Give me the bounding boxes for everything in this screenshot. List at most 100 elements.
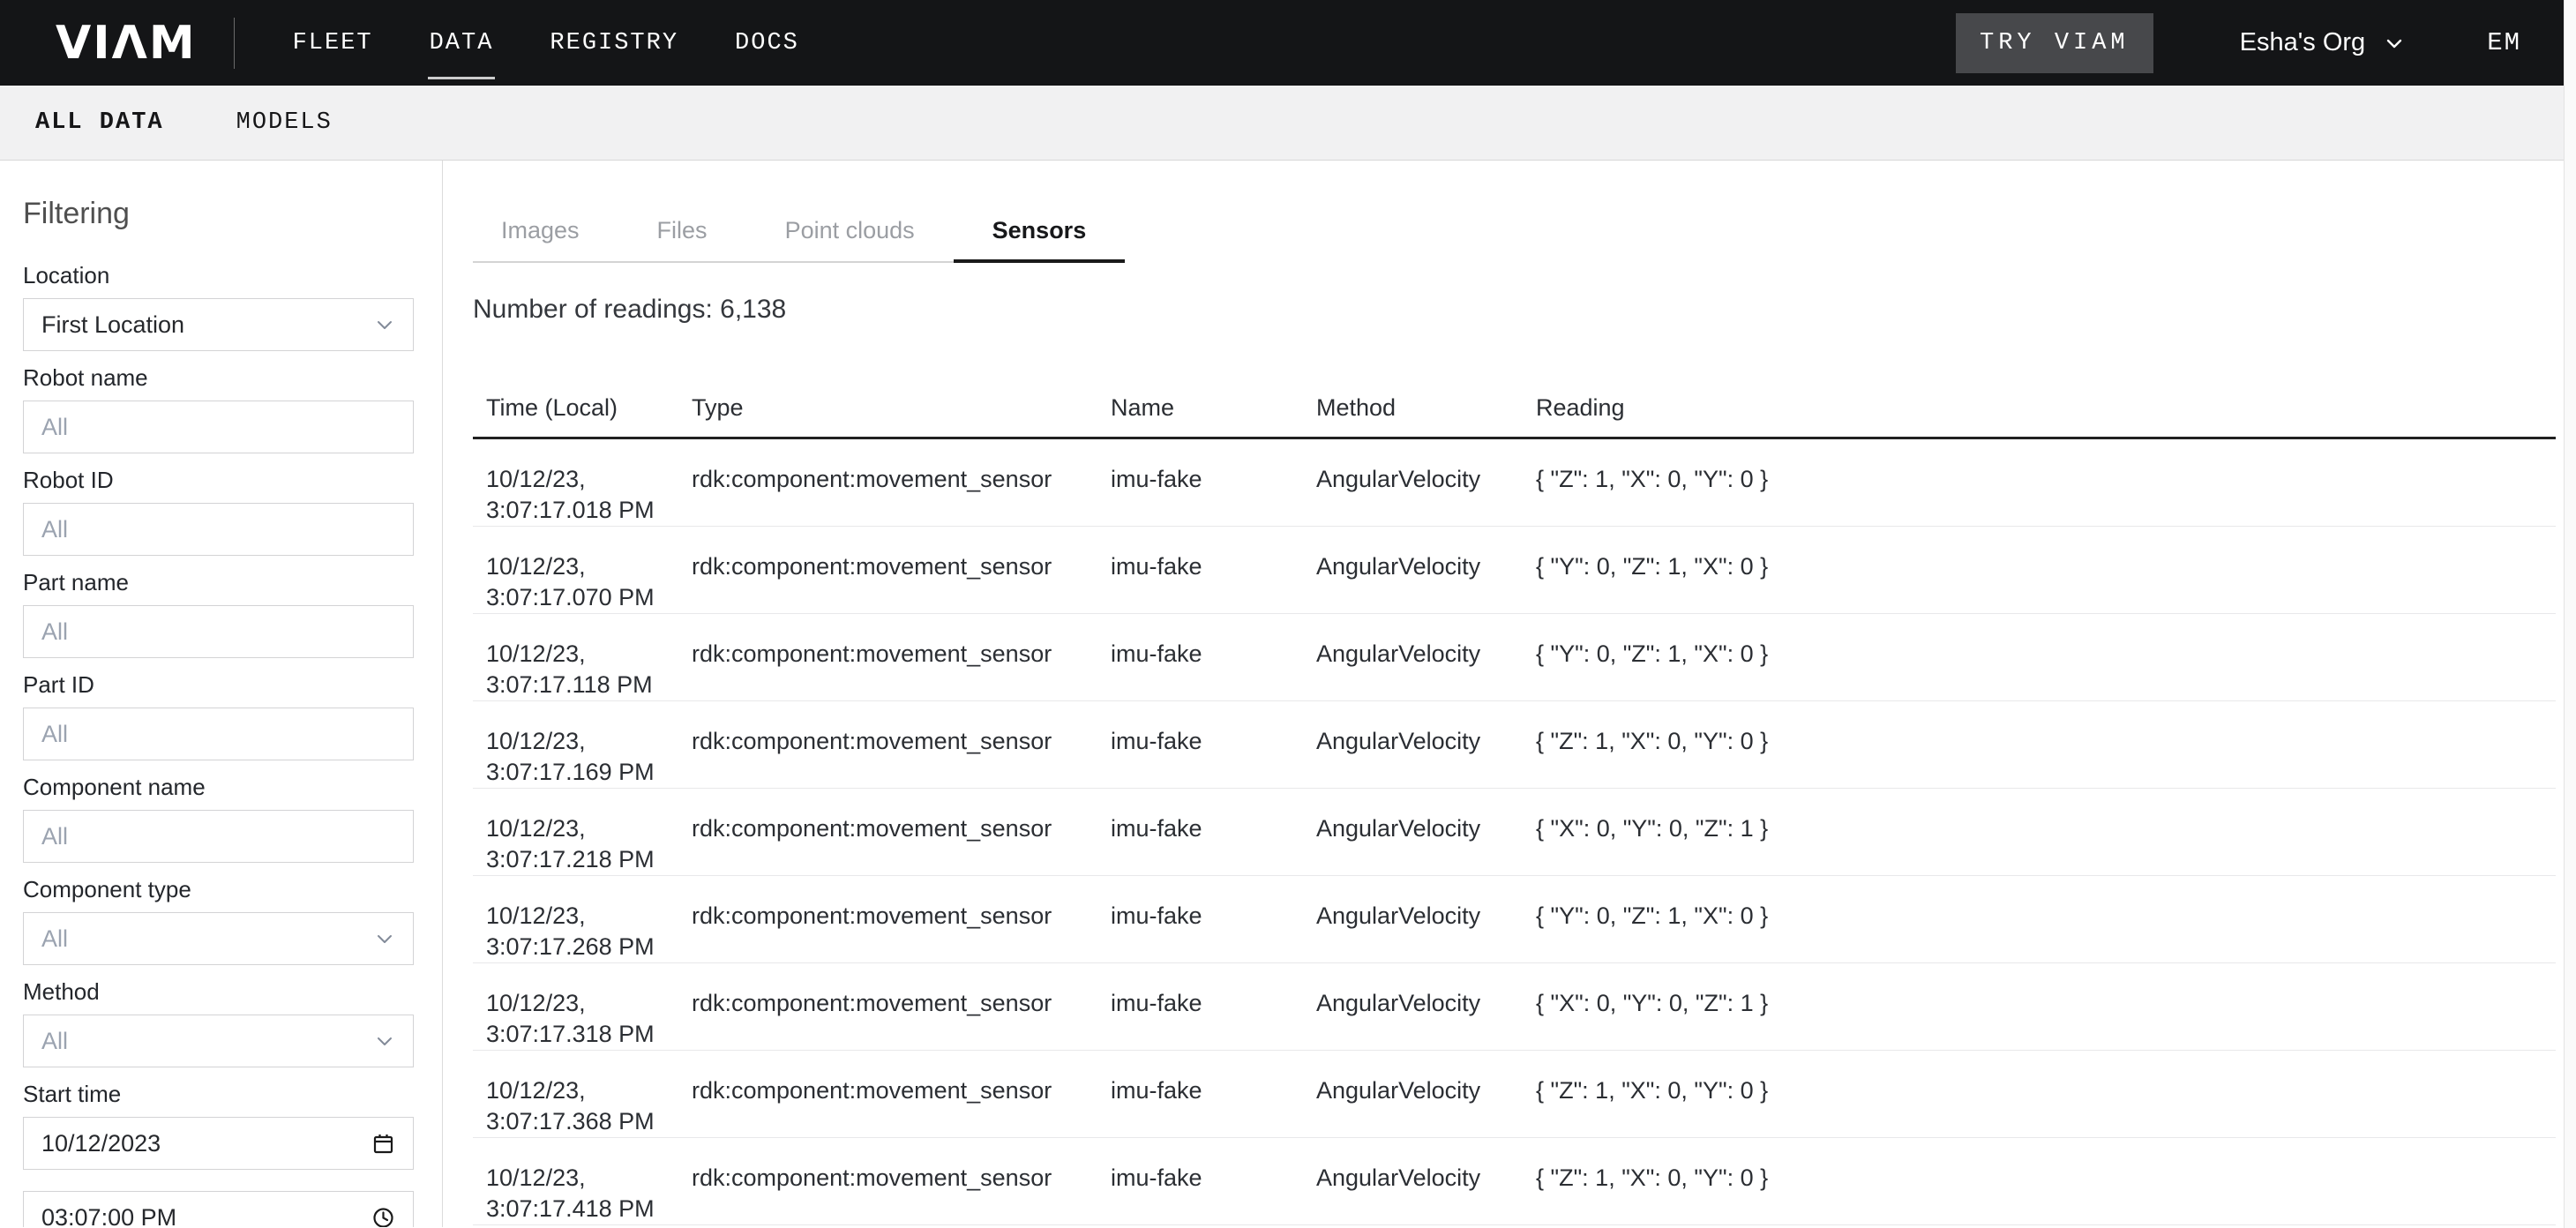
component-name-label: Component name <box>23 773 414 801</box>
cell-time: 10/12/23, 3:07:17.070 PM <box>473 527 692 614</box>
table-body: 10/12/23, 3:07:17.018 PM rdk:component:m… <box>473 438 2556 1225</box>
nav-link-fleet[interactable]: FLEET <box>293 30 373 56</box>
table-row: 10/12/23, 3:07:17.218 PM rdk:component:m… <box>473 789 2556 876</box>
tab-models[interactable]: MODELS <box>236 109 333 136</box>
table-header-row: Time (Local) Type Name Method Reading <box>473 393 2556 438</box>
cell-name: imu-fake <box>1111 438 1316 527</box>
nav-divider <box>234 18 235 69</box>
start-date-value: 10/12/2023 <box>41 1130 161 1157</box>
part-name-input[interactable] <box>23 605 414 658</box>
try-viam-button[interactable]: TRY VIAM <box>1956 13 2153 73</box>
robot-id-input[interactable] <box>23 503 414 556</box>
cell-type: rdk:component:movement_sensor <box>692 614 1111 701</box>
primary-nav: FLEET DATA REGISTRY DOCS <box>293 30 799 56</box>
cell-method: AngularVelocity <box>1316 876 1536 963</box>
col-header-type: Type <box>692 393 1111 438</box>
robot-name-input[interactable] <box>23 401 414 453</box>
cell-reading: { "Z": 1, "X": 0, "Y": 0 } <box>1536 701 2556 789</box>
page-layout: Filtering Location First Location Robot … <box>0 161 2576 1227</box>
chevron-down-icon <box>374 928 395 949</box>
filter-group-robot-id: Robot ID <box>23 466 414 556</box>
tab-point-clouds[interactable]: Point clouds <box>746 215 954 263</box>
filtering-title: Filtering <box>23 196 414 231</box>
cell-method: AngularVelocity <box>1316 438 1536 527</box>
tab-sensors[interactable]: Sensors <box>954 215 1126 263</box>
cell-method: AngularVelocity <box>1316 527 1536 614</box>
robot-name-label: Robot name <box>23 363 414 392</box>
clock-icon[interactable] <box>371 1206 395 1228</box>
method-label: Method <box>23 977 414 1006</box>
cell-type: rdk:component:movement_sensor <box>692 1051 1111 1138</box>
cell-name: imu-fake <box>1111 701 1316 789</box>
cell-time: 10/12/23, 3:07:17.318 PM <box>473 963 692 1051</box>
data-type-tabs: Images Files Point clouds Sensors <box>473 215 1125 263</box>
start-time-input[interactable]: 03:07:00 PM <box>23 1191 414 1227</box>
part-id-input[interactable] <box>23 708 414 760</box>
filter-group-method: Method All <box>23 977 414 1067</box>
component-type-value: All <box>41 925 68 953</box>
avatar[interactable]: EM <box>2487 28 2521 57</box>
filter-group-part-id: Part ID <box>23 670 414 760</box>
cell-reading: { "Z": 1, "X": 0, "Y": 0 } <box>1536 1051 2556 1138</box>
table-row: 10/12/23, 3:07:17.018 PM rdk:component:m… <box>473 438 2556 527</box>
cell-time: 10/12/23, 3:07:17.169 PM <box>473 701 692 789</box>
nav-link-data[interactable]: DATA <box>430 30 494 56</box>
location-select[interactable]: First Location <box>23 298 414 351</box>
cell-reading: { "X": 0, "Y": 0, "Z": 1 } <box>1536 963 2556 1051</box>
tab-files[interactable]: Files <box>618 215 746 263</box>
cell-type: rdk:component:movement_sensor <box>692 876 1111 963</box>
scrollbar[interactable] <box>2564 0 2576 1228</box>
cell-name: imu-fake <box>1111 614 1316 701</box>
method-select[interactable]: All <box>23 1015 414 1067</box>
cell-time: 10/12/23, 3:07:17.368 PM <box>473 1051 692 1138</box>
cell-type: rdk:component:movement_sensor <box>692 1138 1111 1225</box>
cell-type: rdk:component:movement_sensor <box>692 438 1111 527</box>
filter-group-part-name: Part name <box>23 568 414 658</box>
cell-reading: { "Y": 0, "Z": 1, "X": 0 } <box>1536 527 2556 614</box>
method-value: All <box>41 1028 68 1055</box>
nav-link-registry[interactable]: REGISTRY <box>550 30 678 56</box>
cell-name: imu-fake <box>1111 527 1316 614</box>
cell-reading: { "Y": 0, "Z": 1, "X": 0 } <box>1536 876 2556 963</box>
readings-count: Number of readings: 6,138 <box>473 293 2556 326</box>
part-id-label: Part ID <box>23 670 414 699</box>
table-row: 10/12/23, 3:07:17.169 PM rdk:component:m… <box>473 701 2556 789</box>
org-switcher[interactable]: Esha's Org <box>2240 28 2407 57</box>
main-content: Images Files Point clouds Sensors Number… <box>443 161 2576 1227</box>
filter-group-component-name: Component name <box>23 773 414 863</box>
nav-link-docs[interactable]: DOCS <box>735 30 799 56</box>
filter-group-component-type: Component type All <box>23 875 414 965</box>
org-name: Esha's Org <box>2240 28 2366 57</box>
cell-time: 10/12/23, 3:07:17.218 PM <box>473 789 692 876</box>
cell-reading: { "Y": 0, "Z": 1, "X": 0 } <box>1536 614 2556 701</box>
col-header-method: Method <box>1316 393 1536 438</box>
table-row: 10/12/23, 3:07:17.318 PM rdk:component:m… <box>473 963 2556 1051</box>
cell-name: imu-fake <box>1111 1138 1316 1225</box>
start-date-input[interactable]: 10/12/2023 <box>23 1117 414 1170</box>
cell-name: imu-fake <box>1111 1051 1316 1138</box>
calendar-icon[interactable] <box>371 1132 395 1156</box>
cell-method: AngularVelocity <box>1316 963 1536 1051</box>
cell-name: imu-fake <box>1111 963 1316 1051</box>
table-row: 10/12/23, 3:07:17.268 PM rdk:component:m… <box>473 876 2556 963</box>
cell-time: 10/12/23, 3:07:17.018 PM <box>473 438 692 527</box>
filter-group-location: Location First Location <box>23 261 414 351</box>
cell-reading: { "Z": 1, "X": 0, "Y": 0 } <box>1536 438 2556 527</box>
cell-method: AngularVelocity <box>1316 701 1536 789</box>
cell-type: rdk:component:movement_sensor <box>692 527 1111 614</box>
filter-sidebar: Filtering Location First Location Robot … <box>0 161 443 1227</box>
start-time-value: 03:07:00 PM <box>41 1204 176 1228</box>
viam-logo[interactable]: VIΛM <box>56 17 197 70</box>
cell-method: AngularVelocity <box>1316 614 1536 701</box>
topnav-right: TRY VIAM Esha's Org EM <box>1956 13 2535 73</box>
cell-reading: { "Z": 1, "X": 0, "Y": 0 } <box>1536 1138 2556 1225</box>
tab-all-data[interactable]: ALL DATA <box>35 109 164 136</box>
component-type-select[interactable]: All <box>23 912 414 965</box>
start-time-label: Start time <box>23 1080 414 1108</box>
table-row: 10/12/23, 3:07:17.368 PM rdk:component:m… <box>473 1051 2556 1138</box>
cell-time: 10/12/23, 3:07:17.268 PM <box>473 876 692 963</box>
top-navbar: VIΛM FLEET DATA REGISTRY DOCS TRY VIAM E… <box>0 0 2576 86</box>
component-name-input[interactable] <box>23 810 414 863</box>
tab-images[interactable]: Images <box>473 215 618 263</box>
robot-id-label: Robot ID <box>23 466 414 494</box>
